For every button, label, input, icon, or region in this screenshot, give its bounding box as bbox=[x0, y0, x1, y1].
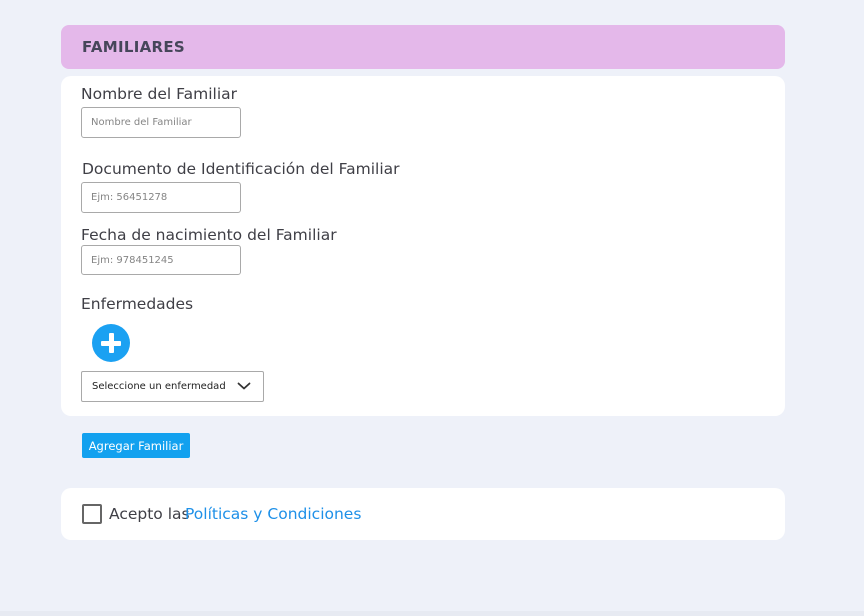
chevron-down-icon bbox=[237, 382, 251, 390]
disease-select[interactable]: Seleccione un enfermedad bbox=[81, 371, 264, 402]
family-form-card: Nombre del Familiar Documento de Identif… bbox=[61, 76, 785, 416]
name-input[interactable] bbox=[81, 107, 241, 138]
document-input[interactable] bbox=[81, 182, 241, 213]
diseases-label: Enfermedades bbox=[81, 295, 194, 313]
disease-select-value: Seleccione un enfermedad bbox=[92, 381, 226, 392]
birthdate-input[interactable] bbox=[81, 245, 241, 275]
terms-link[interactable]: Políticas y Condiciones bbox=[185, 505, 361, 523]
terms-prefix: Acepto las bbox=[109, 505, 190, 523]
add-family-button[interactable]: Agregar Familiar bbox=[82, 433, 190, 458]
terms-checkbox[interactable] bbox=[82, 504, 102, 524]
document-label: Documento de Identificación del Familiar bbox=[82, 160, 400, 178]
bottom-divider bbox=[0, 611, 864, 616]
section-header: FAMILIARES bbox=[61, 25, 785, 69]
plus-circle-icon[interactable] bbox=[92, 324, 130, 362]
birthdate-label: Fecha de nacimiento del Familiar bbox=[81, 226, 337, 244]
section-title: FAMILIARES bbox=[82, 38, 185, 56]
name-label: Nombre del Familiar bbox=[81, 85, 237, 103]
terms-card: Acepto las Políticas y Condiciones bbox=[61, 488, 785, 540]
